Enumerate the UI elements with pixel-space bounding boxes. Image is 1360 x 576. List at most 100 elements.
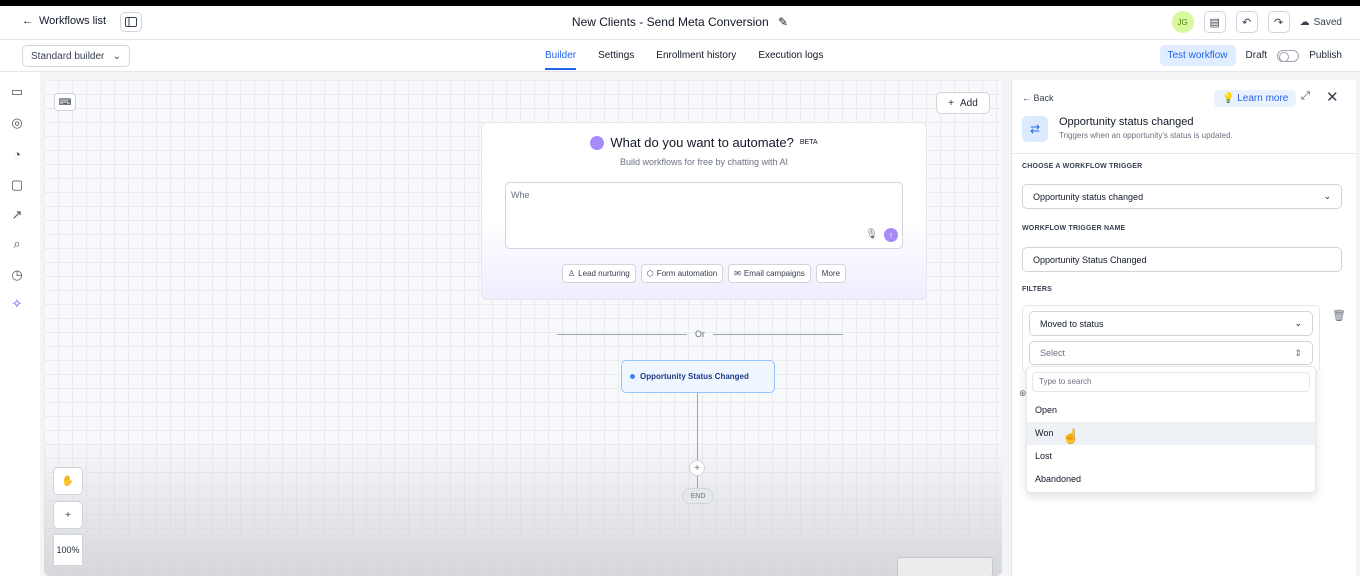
end-node: END (682, 488, 714, 504)
filter-value-placeholder: Select (1040, 348, 1066, 358)
builder-select[interactable]: Standard builder ⌄ (22, 45, 130, 67)
ai-prompt-input[interactable]: Whe 🎙 ↑ (505, 182, 903, 249)
chat-icon[interactable]: ▭ (9, 84, 25, 100)
draft-label: Draft (1245, 50, 1268, 61)
updown-chevron-icon: ⇕ (1294, 347, 1302, 358)
ai-logo-icon (590, 135, 605, 150)
check-circle-icon[interactable]: ◎ (9, 115, 25, 131)
chip-form-automation[interactable]: ⬡ Form automation (640, 264, 724, 283)
chip-label: More (821, 269, 841, 278)
header-bar: ← Workflows list New Clients - Send Meta… (0, 6, 1360, 40)
chevron-down-icon: ⌄ (1294, 318, 1302, 328)
panel-back-link[interactable]: ← Back (1022, 93, 1054, 103)
chip-label: Lead nurturing (578, 269, 630, 278)
hand-cursor-icon: ☝ (1062, 428, 1080, 444)
learn-more-button[interactable]: 💡 Learn more (1214, 90, 1297, 107)
trigger-name-input[interactable]: Opportunity Status Changed (1022, 247, 1342, 272)
workflow-canvas[interactable]: ⌨ + Add What do you want to automate? BE… (44, 80, 1002, 576)
cube-icon: ⬡ (646, 269, 654, 278)
minimap[interactable] (897, 557, 993, 576)
saved-status: ☁ Saved (1300, 17, 1342, 28)
page-title: New Clients - Send Meta Conversion (571, 15, 769, 29)
person-icon: ♙ (567, 269, 576, 278)
redo-button[interactable]: ↷ (1267, 11, 1290, 33)
avatar[interactable]: JG (1171, 11, 1194, 33)
dropdown-option-abandoned[interactable]: Abandoned (1027, 468, 1315, 491)
ai-builder-card: What do you want to automate? BETA Build… (481, 122, 927, 300)
swap-arrows-icon: ⇄ (1022, 116, 1048, 142)
or-label: Or (695, 329, 705, 339)
trigger-node-label: Opportunity Status Changed (640, 372, 749, 381)
clipboard-icon: ▤ (1209, 16, 1220, 29)
test-workflow-button[interactable]: Test workflow (1159, 45, 1236, 66)
external-link-icon[interactable]: ↗ (9, 207, 25, 223)
mail-icon: ✉ (734, 269, 741, 278)
pan-tool-button[interactable]: ✋ (53, 467, 83, 495)
redo-icon: ↷ (1274, 16, 1284, 29)
trigger-name-value: Opportunity Status Changed (1033, 254, 1147, 265)
publish-label: Publish (1309, 50, 1342, 61)
clock-icon[interactable]: ◷ (9, 267, 25, 283)
notes-button[interactable]: ▤ (1203, 11, 1226, 33)
ai-sparkle-icon[interactable]: ✧ (9, 296, 25, 312)
undo-button[interactable]: ↶ (1235, 11, 1258, 33)
expand-icon[interactable]: ⤢ (1301, 90, 1310, 103)
ai-title: What do you want to automate? (610, 135, 794, 150)
dropdown-option-open[interactable]: Open (1027, 399, 1315, 422)
status-dot-icon (630, 374, 635, 379)
filter-value-select[interactable]: Select ⇕ (1029, 341, 1313, 365)
trash-icon[interactable]: 🗑 (1332, 309, 1346, 322)
or-divider: Or (557, 329, 843, 339)
undo-icon: ↶ (1242, 16, 1252, 29)
filter-group: Moved to status ⌄ Select ⇕ (1022, 305, 1320, 373)
zoom-in-button[interactable]: + (53, 501, 83, 529)
beta-badge: BETA (799, 139, 818, 146)
sub-toolbar: Standard builder ⌄ Builder Settings Enro… (0, 40, 1360, 72)
chip-label: Email campaigns (743, 269, 805, 278)
lightbulb-icon: 💡 (1222, 93, 1235, 104)
learn-more-label: Learn more (1237, 93, 1289, 104)
tab-builder[interactable]: Builder (545, 50, 577, 70)
keyboard-icon: ⌨ (58, 96, 72, 107)
trigger-name-heading: WORKFLOW TRIGGER NAME (1022, 225, 1126, 232)
chevron-down-icon: ⌄ (112, 51, 121, 62)
hand-icon: ✋ (61, 475, 75, 487)
history-icon[interactable]: ◔ (9, 146, 25, 162)
divider-line (713, 333, 843, 335)
document-icon[interactable]: ▢ (9, 177, 25, 193)
filter-type-select[interactable]: Moved to status ⌄ (1029, 311, 1313, 336)
chevron-down-icon: ⌄ (1323, 191, 1331, 201)
builder-select-value: Standard builder (31, 51, 105, 62)
trigger-title: Opportunity status changed (1059, 116, 1194, 128)
chip-lead-nurturing[interactable]: ♙ Lead nurturing (561, 264, 636, 283)
keyboard-button[interactable]: ⌨ (54, 93, 76, 111)
tab-enrollment-history[interactable]: Enrollment history (656, 50, 736, 70)
trigger-node[interactable]: Opportunity Status Changed (621, 360, 775, 393)
tab-bar: Builder Settings Enrollment history Exec… (545, 50, 823, 70)
filters-heading: FILTERS (1022, 286, 1053, 293)
panel-back-label: Back (1033, 93, 1054, 103)
connector-line (697, 393, 698, 491)
zoom-level[interactable]: 100% (53, 534, 83, 566)
send-button[interactable]: ↑ (884, 228, 898, 242)
search-icon[interactable]: ⌕ (9, 236, 25, 252)
microphone-icon[interactable]: 🎙 (865, 229, 878, 240)
trigger-select[interactable]: Opportunity status changed ⌄ (1022, 184, 1342, 209)
divider (1012, 153, 1356, 154)
dropdown-search-input[interactable]: Type to search (1032, 372, 1310, 392)
pencil-icon[interactable]: ✎ (778, 15, 788, 29)
add-label: Add (960, 97, 978, 109)
filter-type-value: Moved to status (1040, 318, 1104, 329)
publish-toggle[interactable] (1277, 49, 1300, 62)
chip-more[interactable]: More (815, 264, 847, 283)
canvas-fade (44, 436, 1002, 576)
tab-settings[interactable]: Settings (598, 50, 634, 70)
add-step-button[interactable]: + (689, 460, 705, 476)
dropdown-option-lost[interactable]: Lost (1027, 445, 1315, 468)
choose-trigger-heading: CHOOSE A WORKFLOW TRIGGER (1022, 163, 1143, 170)
chip-email-campaigns[interactable]: ✉ Email campaigns (728, 264, 811, 283)
tab-execution-logs[interactable]: Execution logs (758, 50, 823, 70)
trigger-description: Triggers when an opportunity's status is… (1059, 131, 1233, 140)
close-icon[interactable]: ✕ (1326, 88, 1339, 106)
add-button[interactable]: + Add (936, 92, 990, 114)
